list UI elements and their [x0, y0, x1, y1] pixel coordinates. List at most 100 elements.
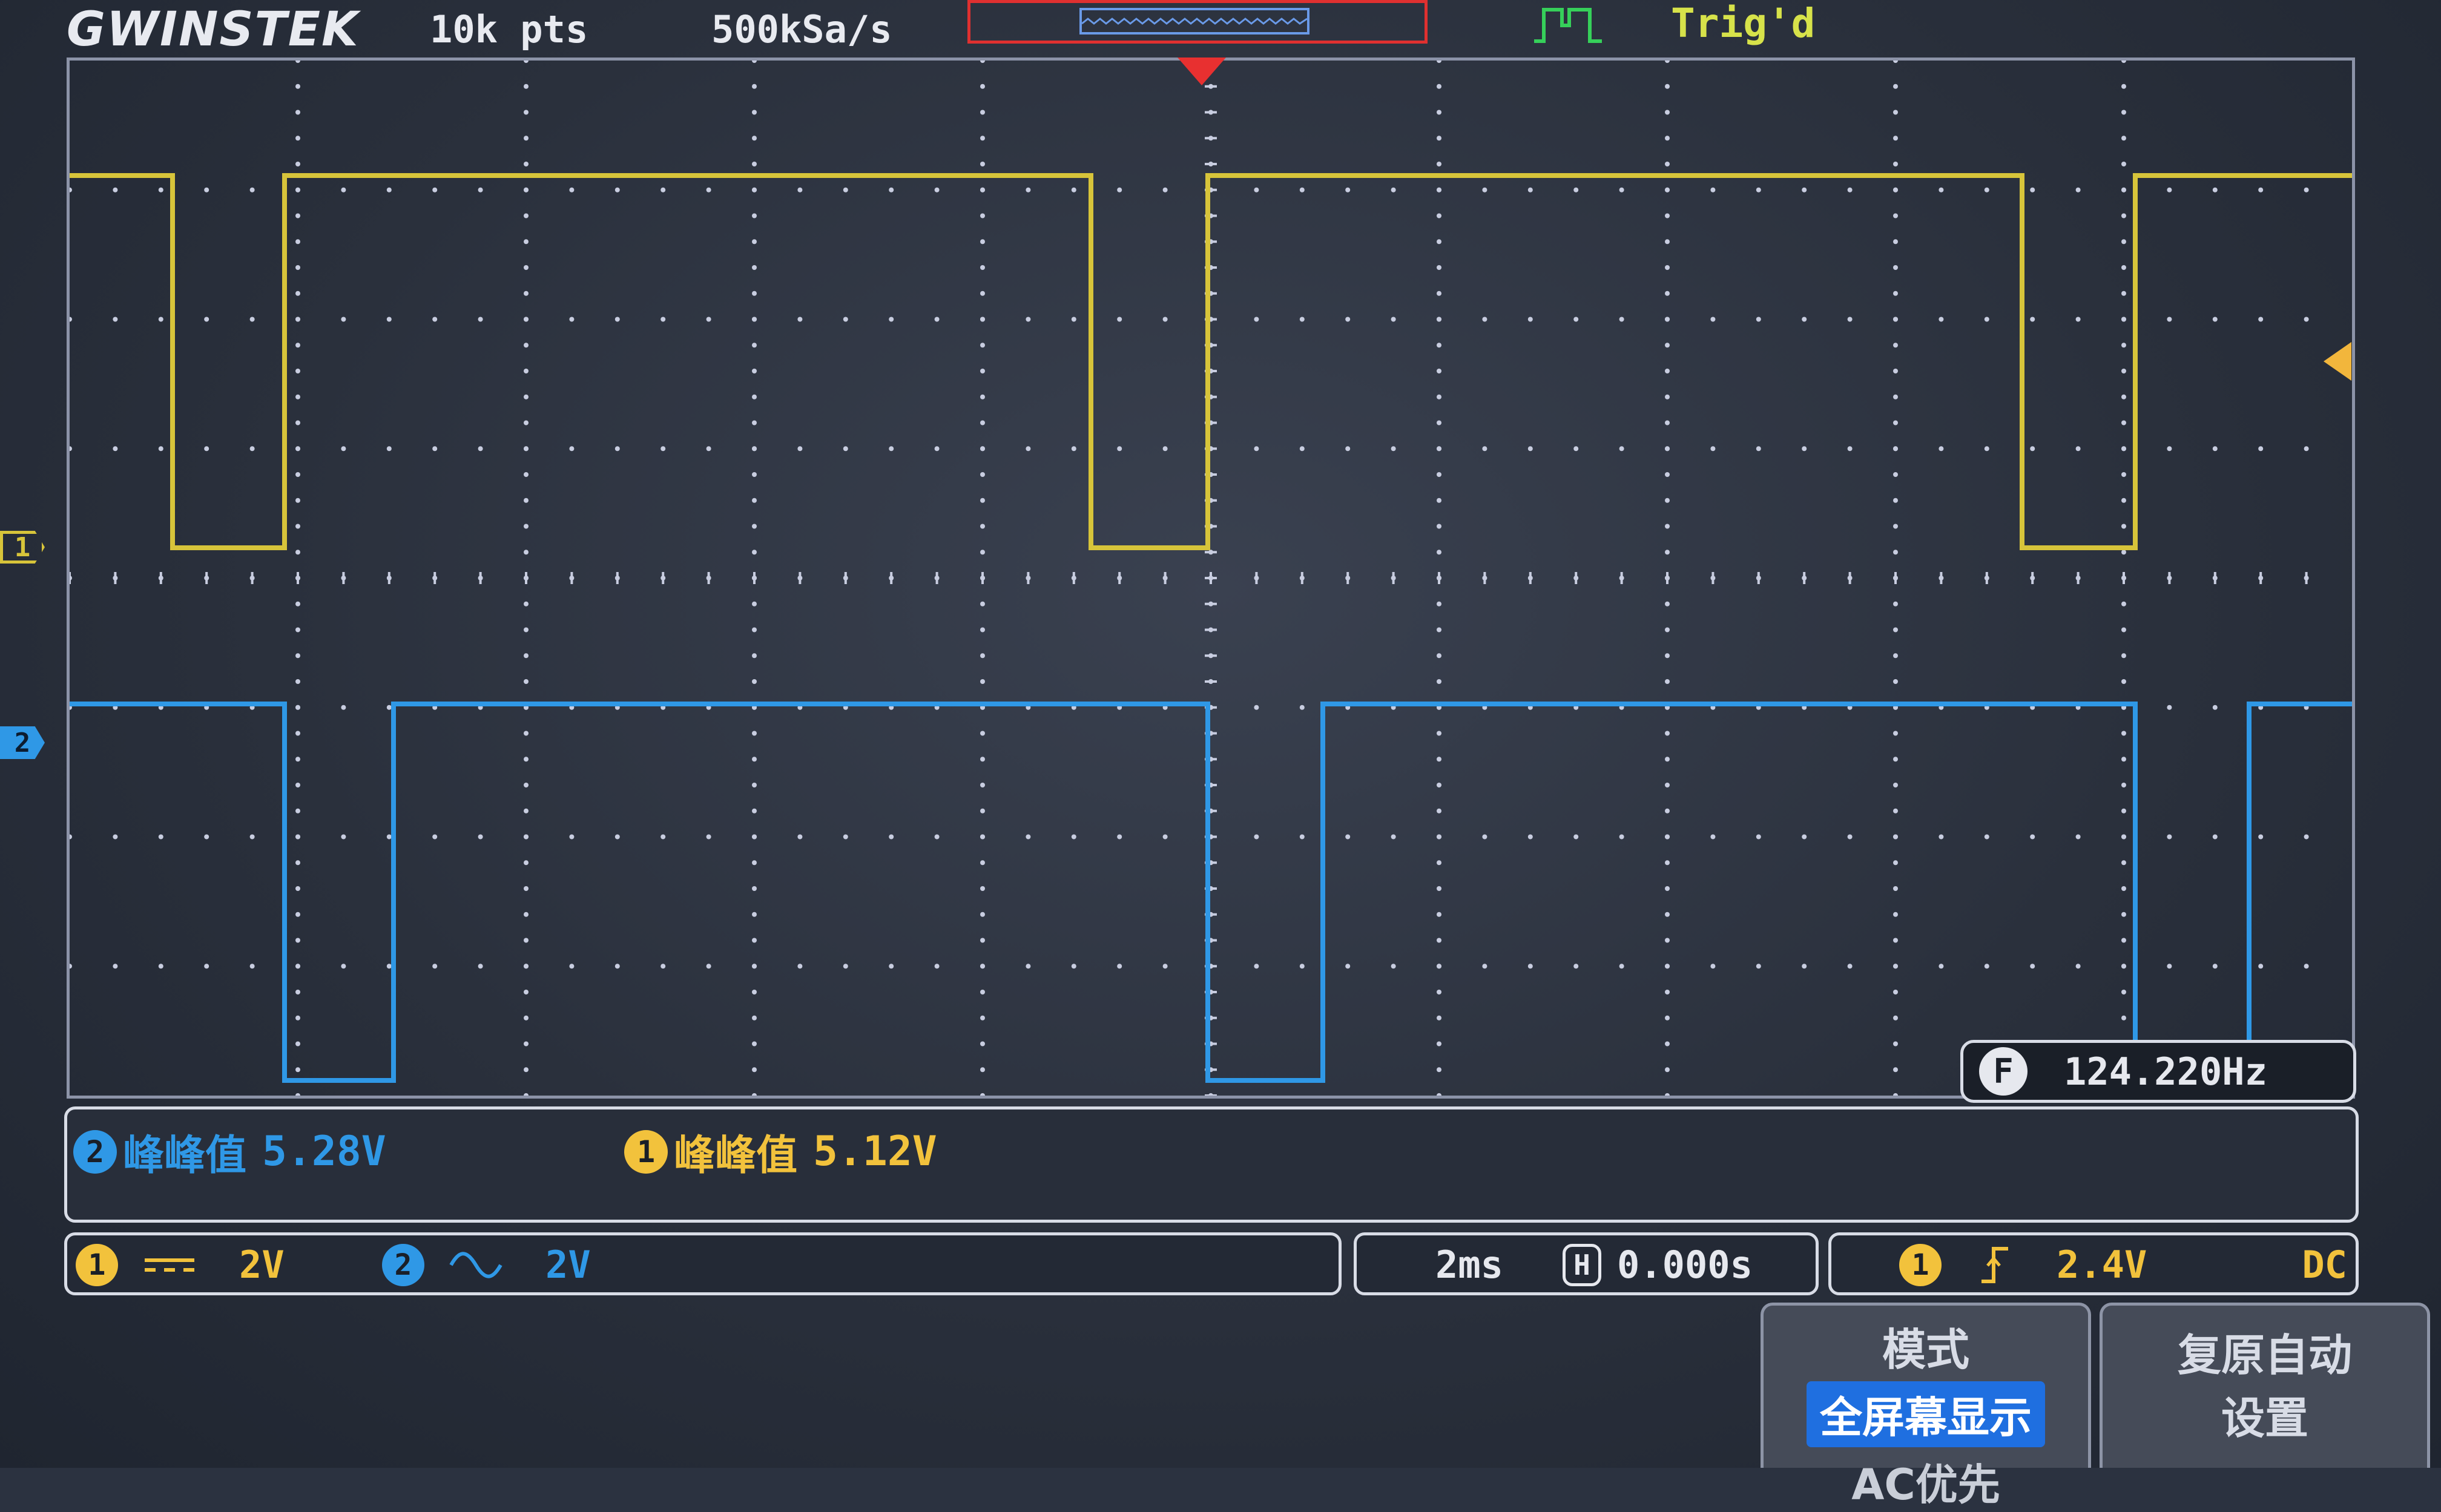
graticule-dot — [614, 446, 620, 452]
graticule-dot — [295, 291, 300, 296]
channel-status-bar: 1 2V 2 2V — [64, 1232, 1342, 1295]
graticule-dot — [752, 990, 757, 994]
ch2-measurement-value: 5.28V — [262, 1128, 386, 1175]
graticule-dot — [1482, 834, 1487, 840]
graticule-dot — [1437, 162, 1441, 166]
graticule-dot — [660, 964, 666, 969]
graticule-dot — [2030, 446, 2035, 452]
timebase-status-bar[interactable]: 2ms H 0.000s — [1354, 1232, 1819, 1295]
restore-autoset-softkey[interactable]: 复原自动 设置 — [2100, 1303, 2430, 1468]
graticule-dot — [980, 524, 985, 529]
graticule-dot — [1665, 550, 1670, 555]
graticule-dot — [752, 446, 757, 452]
graticule-dot — [524, 886, 529, 891]
graticule-dot — [524, 162, 529, 166]
graticule-dot — [524, 61, 529, 63]
graticule-dot — [1893, 860, 1898, 866]
graticule-dot — [1665, 912, 1670, 917]
graticule-dot — [1847, 187, 1853, 192]
oscilloscope-screen: GWINSTEK 10k pts 500kSa/s Trig'd 1 2 F 1… — [0, 0, 2441, 1510]
graticule-dot — [478, 317, 483, 322]
graticule-dot — [1665, 627, 1670, 633]
graticule-dot — [1665, 498, 1670, 503]
graticule-dot — [1437, 653, 1441, 659]
mode-option-ac-priority[interactable]: AC优先 — [1851, 1451, 2000, 1512]
graticule-dot — [2212, 317, 2218, 322]
graticule-dot — [386, 705, 392, 710]
graticule-dot — [295, 84, 300, 89]
graticule-dot — [1893, 550, 1898, 555]
graticule-dot — [249, 834, 255, 840]
graticule-dot — [752, 291, 757, 296]
graticule-dot — [980, 627, 985, 633]
graticule-dot — [752, 808, 757, 814]
measurement-panel: 2 峰峰值 5.28V 1 峰峰值 5.12V — [64, 1106, 2359, 1223]
graticule-dot — [1391, 187, 1396, 192]
graticule-dot — [386, 964, 392, 969]
graticule-dot — [432, 446, 438, 452]
graticule-dot — [1437, 1067, 1441, 1073]
graticule-dot — [1893, 601, 1898, 606]
trigger-status: Trig'd — [1671, 0, 1816, 47]
graticule-dot — [980, 420, 985, 426]
graticule-dot — [113, 834, 118, 840]
graticule-dot — [1893, 420, 1898, 426]
graticule-dot — [2121, 369, 2126, 373]
graticule-dot — [1665, 601, 1670, 606]
graticule-dot — [1665, 653, 1670, 659]
graticule-dot — [614, 964, 620, 969]
graticule-dot — [295, 110, 300, 115]
waveform-graticule — [67, 58, 2355, 1099]
graticule-dot — [752, 679, 757, 684]
graticule-dot — [2030, 964, 2035, 969]
graticule-dot — [1117, 964, 1122, 969]
graticule-dot — [524, 808, 529, 814]
graticule-dot — [2121, 498, 2126, 503]
ch1-ground-marker[interactable]: 1 — [0, 531, 45, 564]
graticule-dot — [2258, 187, 2264, 192]
graticule-dot — [1665, 110, 1670, 115]
graticule-dot — [341, 834, 346, 840]
graticule-dot — [2075, 964, 2081, 969]
graticule-dot — [1619, 446, 1624, 452]
graticule-dot — [1893, 783, 1898, 787]
graticule-dot — [295, 369, 300, 373]
ch2-ground-marker[interactable]: 2 — [0, 726, 45, 759]
mode-option-fullscreen[interactable]: 全屏幕显示 — [1807, 1381, 2045, 1447]
graticule-dot — [1437, 291, 1441, 296]
graticule-dot — [1665, 291, 1670, 296]
graticule-dot — [2167, 187, 2172, 192]
mode-softkey[interactable]: 模式 全屏幕显示 AC优先 — [1761, 1303, 2091, 1510]
ch2-status[interactable]: 2 2V — [382, 1243, 591, 1287]
graticule-dot — [70, 446, 72, 452]
graticule-dot — [752, 162, 757, 166]
trigger-coupling: DC — [2302, 1243, 2347, 1287]
graticule-dot — [843, 317, 848, 322]
graticule-dot — [1893, 679, 1898, 684]
graticule-dot — [70, 187, 72, 192]
graticule-dot — [1482, 317, 1487, 322]
graticule-dot — [2121, 912, 2126, 917]
graticule-dot — [295, 990, 300, 994]
graticule-dot — [1026, 317, 1031, 322]
graticule-dot — [432, 964, 438, 969]
trigger-status-bar[interactable]: 1 2.4V DC — [1828, 1232, 2359, 1295]
graticule-dot — [1665, 420, 1670, 426]
graticule-dot — [797, 964, 803, 969]
graticule-dot — [1437, 601, 1441, 606]
ch1-measurement-value: 5.12V — [813, 1128, 937, 1175]
graticule-dot — [2075, 317, 2081, 322]
graticule-dot — [295, 679, 300, 684]
ch1-status[interactable]: 1 2V — [76, 1243, 285, 1287]
graticule-dot — [1299, 317, 1305, 322]
graticule-dot — [1254, 446, 1259, 452]
graticule-dot — [1254, 964, 1259, 969]
graticule-dot — [1437, 783, 1441, 787]
graticule-dot — [1619, 964, 1624, 969]
graticule-dot — [341, 446, 346, 452]
frequency-counter: F 124.220Hz — [1960, 1040, 2356, 1103]
graticule-dot — [478, 964, 483, 969]
graticule-dot — [1437, 938, 1441, 943]
graticule-dot — [980, 317, 985, 322]
graticule-dot — [524, 679, 529, 684]
